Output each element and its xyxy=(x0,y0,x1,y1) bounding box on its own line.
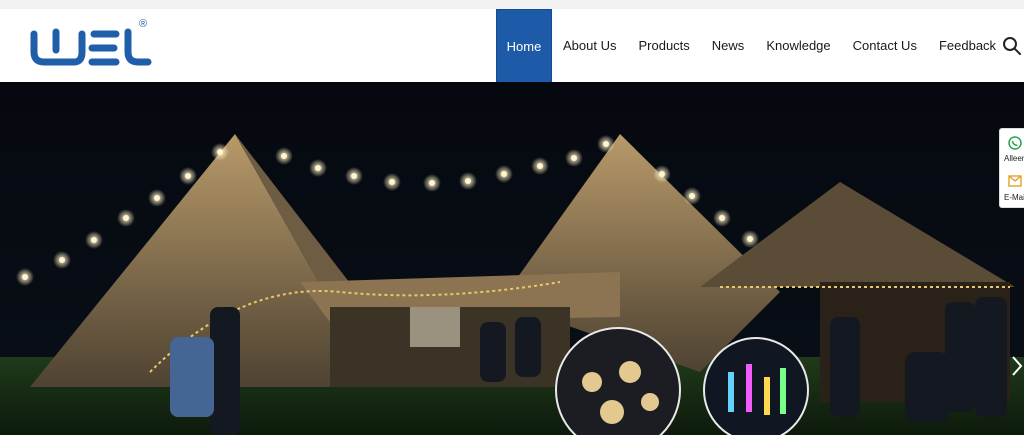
event-tents-photo xyxy=(0,82,1024,435)
whatsapp-label: Alleen xyxy=(1004,154,1024,163)
nav-news[interactable]: News xyxy=(701,9,756,81)
hero-banner[interactable] xyxy=(0,82,1024,435)
site-header: ® Home About Us Products News Knowledge … xyxy=(0,9,1024,83)
whatsapp-icon xyxy=(1008,136,1022,150)
brand-logo[interactable]: ® xyxy=(28,18,152,72)
uel-logo-icon xyxy=(30,28,152,66)
search-icon[interactable] xyxy=(1002,36,1022,56)
nav-about-us[interactable]: About Us xyxy=(552,9,627,81)
nav-feedback[interactable]: Feedback xyxy=(928,9,1007,81)
chevron-right-icon[interactable] xyxy=(1010,354,1024,378)
registered-mark: ® xyxy=(139,18,148,30)
main-nav: Home About Us Products News Knowledge Co… xyxy=(496,9,1007,83)
side-contact-widget: Alleen E-Mail xyxy=(999,128,1024,208)
top-strip xyxy=(0,0,1024,9)
mail-icon xyxy=(1008,175,1022,187)
email-label: E-Mail xyxy=(1004,193,1024,202)
nav-home[interactable]: Home xyxy=(496,9,552,83)
nav-contact-us[interactable]: Contact Us xyxy=(842,9,928,81)
whatsapp-contact[interactable]: Alleen xyxy=(1000,129,1024,168)
nav-products[interactable]: Products xyxy=(627,9,700,81)
email-contact[interactable]: E-Mail xyxy=(1000,168,1024,207)
nav-knowledge[interactable]: Knowledge xyxy=(755,9,841,81)
